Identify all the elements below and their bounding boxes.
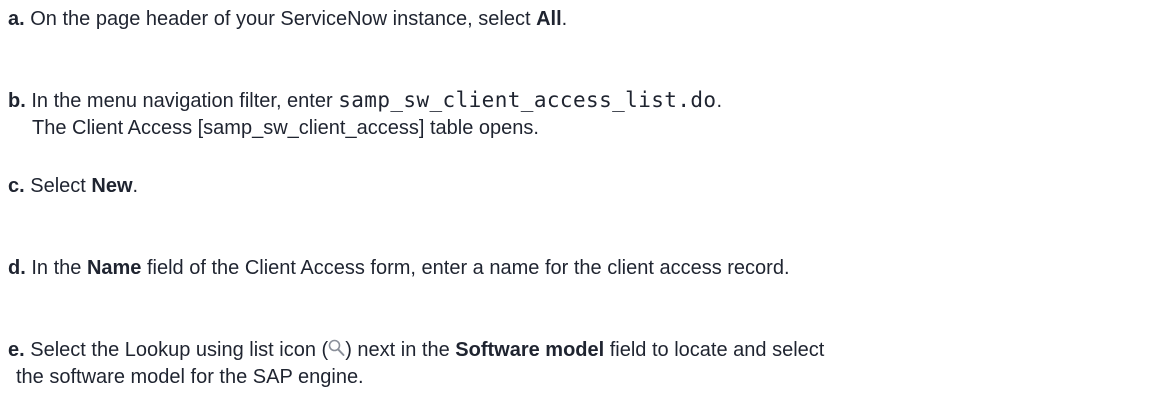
step-letter: d. xyxy=(8,257,26,279)
step-letter: c. xyxy=(8,175,25,197)
step-text-end: field to locate and select xyxy=(604,339,825,361)
step-e-continuation: the software model for the SAP engine. xyxy=(16,366,364,388)
code-table-name: samp_sw_client_access_list.do xyxy=(338,88,717,112)
step-text: Select the Lookup using list icon ( xyxy=(24,339,329,361)
step-e: e. Select the Lookup using list icon ( ) … xyxy=(8,337,824,391)
name-field-label: Name xyxy=(86,257,142,279)
step-letter: e. xyxy=(8,339,25,361)
step-text: In the menu navigation filter, enter xyxy=(25,90,339,112)
new-button-label: New xyxy=(91,175,133,197)
step-text-end: . xyxy=(561,8,568,30)
step-letter: a. xyxy=(8,8,25,30)
step-text-mid: ) next in the xyxy=(345,339,456,361)
software-model-field-label: Software model xyxy=(455,339,605,361)
step-b: b. In the menu navigation filter, enter … xyxy=(8,87,722,142)
step-letter: b. xyxy=(8,90,26,112)
step-text-end: . xyxy=(132,175,139,197)
step-text: Select xyxy=(24,175,92,197)
magnifier-icon xyxy=(328,338,345,356)
step-text: On the page header of your ServiceNow in… xyxy=(24,8,537,30)
step-text-end: . xyxy=(716,90,723,112)
step-a: a. On the page header of your ServiceNow… xyxy=(8,6,567,33)
step-b-result-text: The Client Access [samp_sw_client_access… xyxy=(32,117,539,139)
step-text: In the xyxy=(25,257,87,279)
step-c: c. Select New. xyxy=(8,173,138,200)
step-text-end: field of the Client Access form, enter a… xyxy=(141,257,790,279)
all-menu-label: All xyxy=(536,8,562,30)
step-d: d. In the Name field of the Client Acces… xyxy=(8,255,790,282)
